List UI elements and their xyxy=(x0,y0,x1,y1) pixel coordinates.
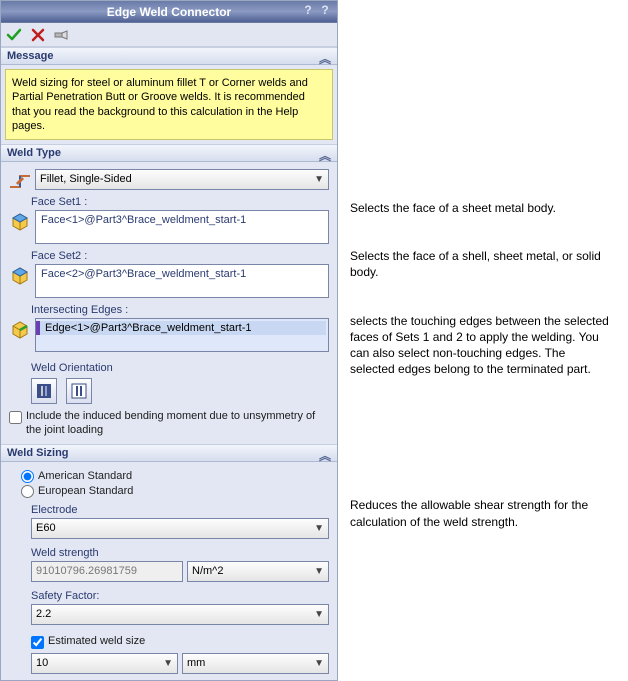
intersect-label: Intersecting Edges : xyxy=(31,304,329,316)
radio-american-input[interactable] xyxy=(21,470,34,483)
bending-moment-label: Include the induced bending moment due t… xyxy=(26,410,329,438)
weld-orientation-label: Weld Orientation xyxy=(31,362,329,374)
est-weld-value-select[interactable]: 10 ▼ xyxy=(31,653,178,674)
radio-american[interactable]: American Standard xyxy=(21,470,329,483)
list-item[interactable]: Face<2>@Part3^Brace_weldment_start-1 xyxy=(38,267,326,281)
radio-european[interactable]: European Standard xyxy=(21,485,329,498)
electrode-value: E60 xyxy=(36,522,56,534)
pin-icon[interactable] xyxy=(53,26,71,44)
weld-type-icon xyxy=(9,168,31,190)
radio-european-input[interactable] xyxy=(21,485,34,498)
caret-down-icon: ▼ xyxy=(163,658,173,669)
cancel-icon[interactable] xyxy=(29,26,47,44)
weld-type-title: Weld Type xyxy=(7,147,61,159)
toolbar xyxy=(1,23,337,47)
intersect-edges-icon xyxy=(9,318,31,340)
message-header[interactable]: Message ︽ xyxy=(1,47,337,65)
strength-label: Weld strength xyxy=(31,547,329,559)
orientation-option-2[interactable] xyxy=(66,378,92,404)
face-set2-listbox[interactable]: Face<2>@Part3^Brace_weldment_start-1 xyxy=(35,264,329,298)
titlebar: Edge Weld Connector ? ? xyxy=(1,1,337,23)
orientation-option-1[interactable] xyxy=(31,378,57,404)
collapse-icon[interactable]: ︽ xyxy=(319,147,331,164)
electrode-select[interactable]: E60 ▼ xyxy=(31,518,329,539)
caret-down-icon: ▼ xyxy=(314,566,324,577)
safety-value: 2.2 xyxy=(36,608,51,620)
intersect-edges-listbox[interactable]: Edge<1>@Part3^Brace_weldment_start-1 xyxy=(35,318,329,352)
weld-type-selected: Fillet, Single-Sided xyxy=(40,173,132,185)
collapse-icon[interactable]: ︽ xyxy=(319,447,331,464)
safety-label: Safety Factor: xyxy=(31,590,329,602)
collapse-icon[interactable]: ︽ xyxy=(319,50,331,67)
weld-sizing-header[interactable]: Weld Sizing ︽ xyxy=(1,444,337,462)
weld-sizing-title: Weld Sizing xyxy=(7,447,69,459)
weld-type-header[interactable]: Weld Type ︽ xyxy=(1,144,337,162)
face-set2-icon xyxy=(9,264,31,286)
annotations-panel: Selects the face of a sheet metal body. … xyxy=(350,0,610,562)
face-set1-icon xyxy=(9,210,31,232)
ok-icon[interactable] xyxy=(5,26,23,44)
est-weld-checkbox[interactable] xyxy=(31,636,44,649)
annotation-text: Selects the face of a sheet metal body. xyxy=(350,200,610,216)
caret-down-icon: ▼ xyxy=(314,523,324,534)
caret-down-icon: ▼ xyxy=(314,174,324,185)
help-button-2[interactable]: ? xyxy=(317,2,333,18)
annotation-text: Reduces the allowable shear strength for… xyxy=(350,497,610,529)
message-title: Message xyxy=(7,50,53,62)
face-set1-listbox[interactable]: Face<1>@Part3^Brace_weldment_start-1 xyxy=(35,210,329,244)
annotation-text: selects the touching edges between the s… xyxy=(350,313,610,378)
list-item[interactable]: Edge<1>@Part3^Brace_weldment_start-1 xyxy=(36,321,326,335)
face-set1-label: Face Set1 : xyxy=(31,196,329,208)
annotation-text: Selects the face of a shell, sheet metal… xyxy=(350,248,610,280)
list-item[interactable]: Face<1>@Part3^Brace_weldment_start-1 xyxy=(38,213,326,227)
caret-down-icon: ▼ xyxy=(314,609,324,620)
est-weld-unit-select[interactable]: mm ▼ xyxy=(182,653,329,674)
title-text: Edge Weld Connector xyxy=(107,5,231,19)
safety-factor-select[interactable]: 2.2 ▼ xyxy=(31,604,329,625)
electrode-label: Electrode xyxy=(31,504,329,516)
message-body: Weld sizing for steel or aluminum fillet… xyxy=(5,69,333,140)
property-manager-panel: Edge Weld Connector ? ? Message ︽ Weld s… xyxy=(0,0,338,681)
bending-moment-checkbox[interactable] xyxy=(9,411,22,424)
est-weld-label: Estimated weld size xyxy=(48,635,145,649)
face-set2-label: Face Set2 : xyxy=(31,250,329,262)
weld-type-select[interactable]: Fillet, Single-Sided ▼ xyxy=(35,169,329,190)
caret-down-icon: ▼ xyxy=(314,658,324,669)
strength-unit-select[interactable]: N/m^2 ▼ xyxy=(187,561,329,582)
help-button-1[interactable]: ? xyxy=(300,2,316,18)
strength-field xyxy=(31,561,183,582)
